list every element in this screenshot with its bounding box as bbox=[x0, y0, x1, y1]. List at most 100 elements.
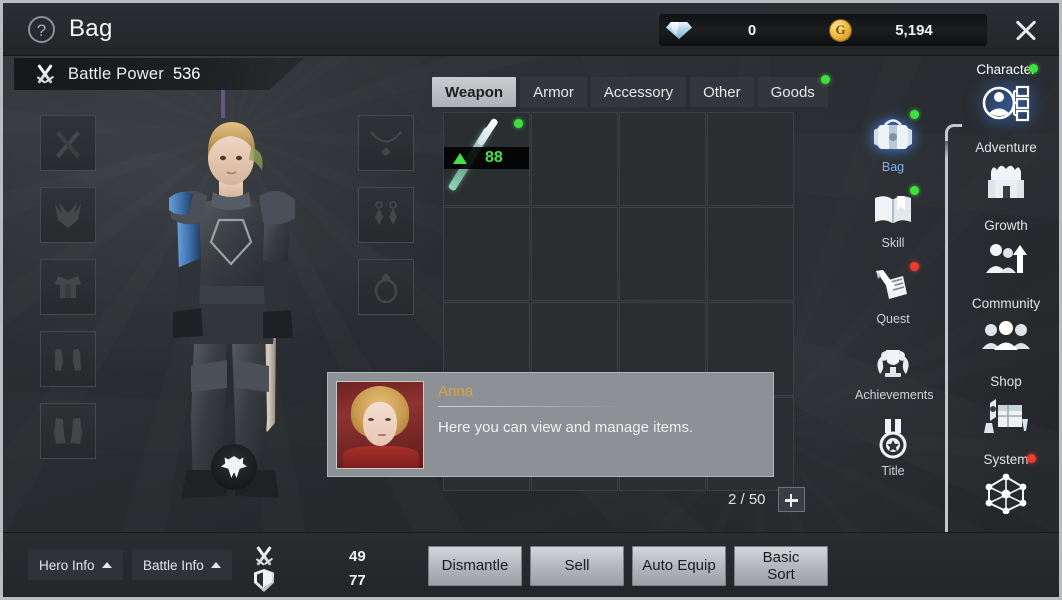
inventory-slot-counter: 2 / 50 bbox=[728, 487, 805, 512]
earrings-icon bbox=[367, 196, 405, 234]
page-title: Bag bbox=[69, 15, 113, 42]
inventory-item-slot[interactable]: 88 bbox=[443, 112, 530, 206]
basic-sort-label-line2: Sort bbox=[767, 566, 795, 583]
sidebar-item-bag[interactable]: Bag bbox=[855, 110, 931, 174]
gold-value: 5,194 bbox=[895, 21, 933, 39]
sidebar-item-achievements-label: Achievements bbox=[855, 388, 934, 402]
inventory-empty-slot[interactable] bbox=[707, 207, 794, 301]
menu-item-shop-label: Shop bbox=[990, 374, 1022, 389]
tab-accessory[interactable]: Accessory bbox=[590, 77, 687, 107]
defense-shield-icon bbox=[251, 569, 277, 592]
sidebar-item-title[interactable]: Title bbox=[855, 414, 931, 478]
trophy-wreath-icon bbox=[869, 338, 917, 386]
question-mark-icon[interactable]: ? bbox=[28, 16, 55, 43]
sidebar-item-quest[interactable]: Quest bbox=[855, 262, 931, 326]
menu-item-adventure[interactable]: Adventure bbox=[958, 140, 1054, 206]
class-emblem-icon bbox=[221, 456, 247, 478]
medal-icon bbox=[869, 414, 917, 462]
sidebar-item-quest-label: Quest bbox=[876, 312, 910, 326]
battle-power-value: 536 bbox=[172, 64, 201, 83]
book-icon bbox=[869, 186, 917, 234]
menu-item-character-label: Character bbox=[976, 62, 1036, 77]
tab-weapon[interactable]: Weapon bbox=[432, 77, 517, 107]
hero-info-button[interactable]: Hero Info bbox=[28, 550, 123, 580]
chest-slot[interactable] bbox=[40, 259, 96, 315]
tab-other[interactable]: Other bbox=[690, 77, 754, 107]
battle-info-button[interactable]: Battle Info bbox=[132, 550, 232, 580]
tab-other-label: Other bbox=[703, 83, 741, 101]
menu-item-community[interactable]: Community bbox=[958, 296, 1054, 362]
accessory-slot-column bbox=[358, 115, 414, 331]
helmet-slot[interactable] bbox=[40, 187, 96, 243]
inventory-empty-slot[interactable] bbox=[707, 112, 794, 206]
growth-icon bbox=[980, 234, 1032, 284]
earring-slot[interactable] bbox=[358, 187, 414, 243]
shop-icon bbox=[980, 390, 1032, 440]
action-button-group: Dismantle Sell Auto Equip Basic Sort bbox=[428, 546, 828, 586]
menu-item-character[interactable]: Character bbox=[958, 62, 1054, 128]
battle-info-label: Battle Info bbox=[143, 557, 204, 573]
gloves-icon bbox=[49, 340, 87, 378]
dismantle-label: Dismantle bbox=[441, 557, 509, 575]
menu-item-adventure-label: Adventure bbox=[975, 140, 1037, 155]
tutorial-dialog[interactable]: Anna Here you can view and manage items. bbox=[327, 372, 774, 477]
attack-value: 49 bbox=[349, 547, 366, 565]
green-triangle-icon bbox=[453, 152, 467, 164]
menu-item-system-label: System bbox=[983, 452, 1029, 467]
title-bar: ? Bag 0 G 5,194 bbox=[3, 3, 1059, 56]
skill-badge bbox=[910, 186, 919, 195]
ring-icon bbox=[367, 268, 405, 306]
bottom-bar: Hero Info Battle Info 49 77 Dismantle Se… bbox=[3, 532, 1059, 597]
dismantle-button[interactable]: Dismantle bbox=[428, 546, 522, 586]
main-menu: Character Adventure Growth Community Sho… bbox=[958, 62, 1054, 530]
sidebar-item-skill-label: Skill bbox=[881, 236, 905, 250]
inventory-empty-slot[interactable] bbox=[619, 207, 706, 301]
plus-icon[interactable] bbox=[777, 487, 805, 512]
tab-goods[interactable]: Goods bbox=[757, 75, 830, 107]
menu-item-shop[interactable]: Shop bbox=[958, 374, 1054, 440]
quest-scroll-icon bbox=[869, 262, 917, 310]
stat-attack: 49 bbox=[251, 545, 366, 567]
menu-item-system[interactable]: System bbox=[958, 452, 1054, 518]
weapon-slot[interactable] bbox=[40, 115, 96, 171]
sell-button[interactable]: Sell bbox=[530, 546, 624, 586]
character-preview[interactable] bbox=[115, 88, 355, 508]
diamond-icon bbox=[665, 16, 695, 44]
inventory-tabs: Weapon Armor Accessory Other Goods bbox=[432, 75, 830, 107]
inventory-empty-slot[interactable] bbox=[531, 112, 618, 206]
menu-item-growth[interactable]: Growth bbox=[958, 218, 1054, 284]
currency-bar: 0 G 5,194 bbox=[659, 14, 987, 46]
boots-icon bbox=[49, 412, 87, 450]
bag-badge bbox=[910, 110, 919, 119]
character-icon bbox=[980, 78, 1032, 128]
inventory-empty-slot[interactable] bbox=[443, 207, 530, 301]
boots-slot[interactable] bbox=[40, 403, 96, 459]
ring-slot[interactable] bbox=[358, 259, 414, 315]
gloves-slot[interactable] bbox=[40, 331, 96, 387]
inventory-empty-slot[interactable] bbox=[619, 112, 706, 206]
tab-accessory-label: Accessory bbox=[603, 83, 674, 101]
sidebar-item-skill[interactable]: Skill bbox=[855, 186, 931, 250]
item-new-badge bbox=[514, 119, 523, 128]
tab-armor[interactable]: Armor bbox=[520, 77, 587, 107]
basic-sort-button[interactable]: Basic Sort bbox=[734, 546, 828, 586]
chest-armor-icon bbox=[49, 268, 87, 306]
diamond-value: 0 bbox=[747, 21, 757, 39]
currency-diamond[interactable]: 0 bbox=[661, 14, 823, 46]
sell-label: Sell bbox=[564, 557, 590, 575]
sidebar-item-achievements[interactable]: Achievements bbox=[855, 338, 934, 402]
inventory-empty-slot[interactable] bbox=[531, 207, 618, 301]
currency-gold[interactable]: G 5,194 bbox=[823, 14, 985, 46]
side-menu: Bag Skill Quest Achievements Title bbox=[855, 110, 934, 490]
system-node-icon bbox=[980, 468, 1032, 518]
dialog-speaker-name: Anna bbox=[438, 383, 474, 400]
game-window: ? Bag 0 G 5,194 Battle Power 536 Weapon … bbox=[0, 0, 1062, 600]
bag-icon bbox=[869, 110, 917, 158]
dialog-body: Anna Here you can view and manage items. bbox=[424, 373, 773, 476]
anna-portrait bbox=[336, 381, 424, 469]
crossed-weapons-icon bbox=[49, 124, 87, 162]
necklace-slot[interactable] bbox=[358, 115, 414, 171]
close-icon[interactable] bbox=[1009, 14, 1043, 46]
auto-equip-button[interactable]: Auto Equip bbox=[632, 546, 726, 586]
hero-info-label: Hero Info bbox=[39, 557, 95, 573]
